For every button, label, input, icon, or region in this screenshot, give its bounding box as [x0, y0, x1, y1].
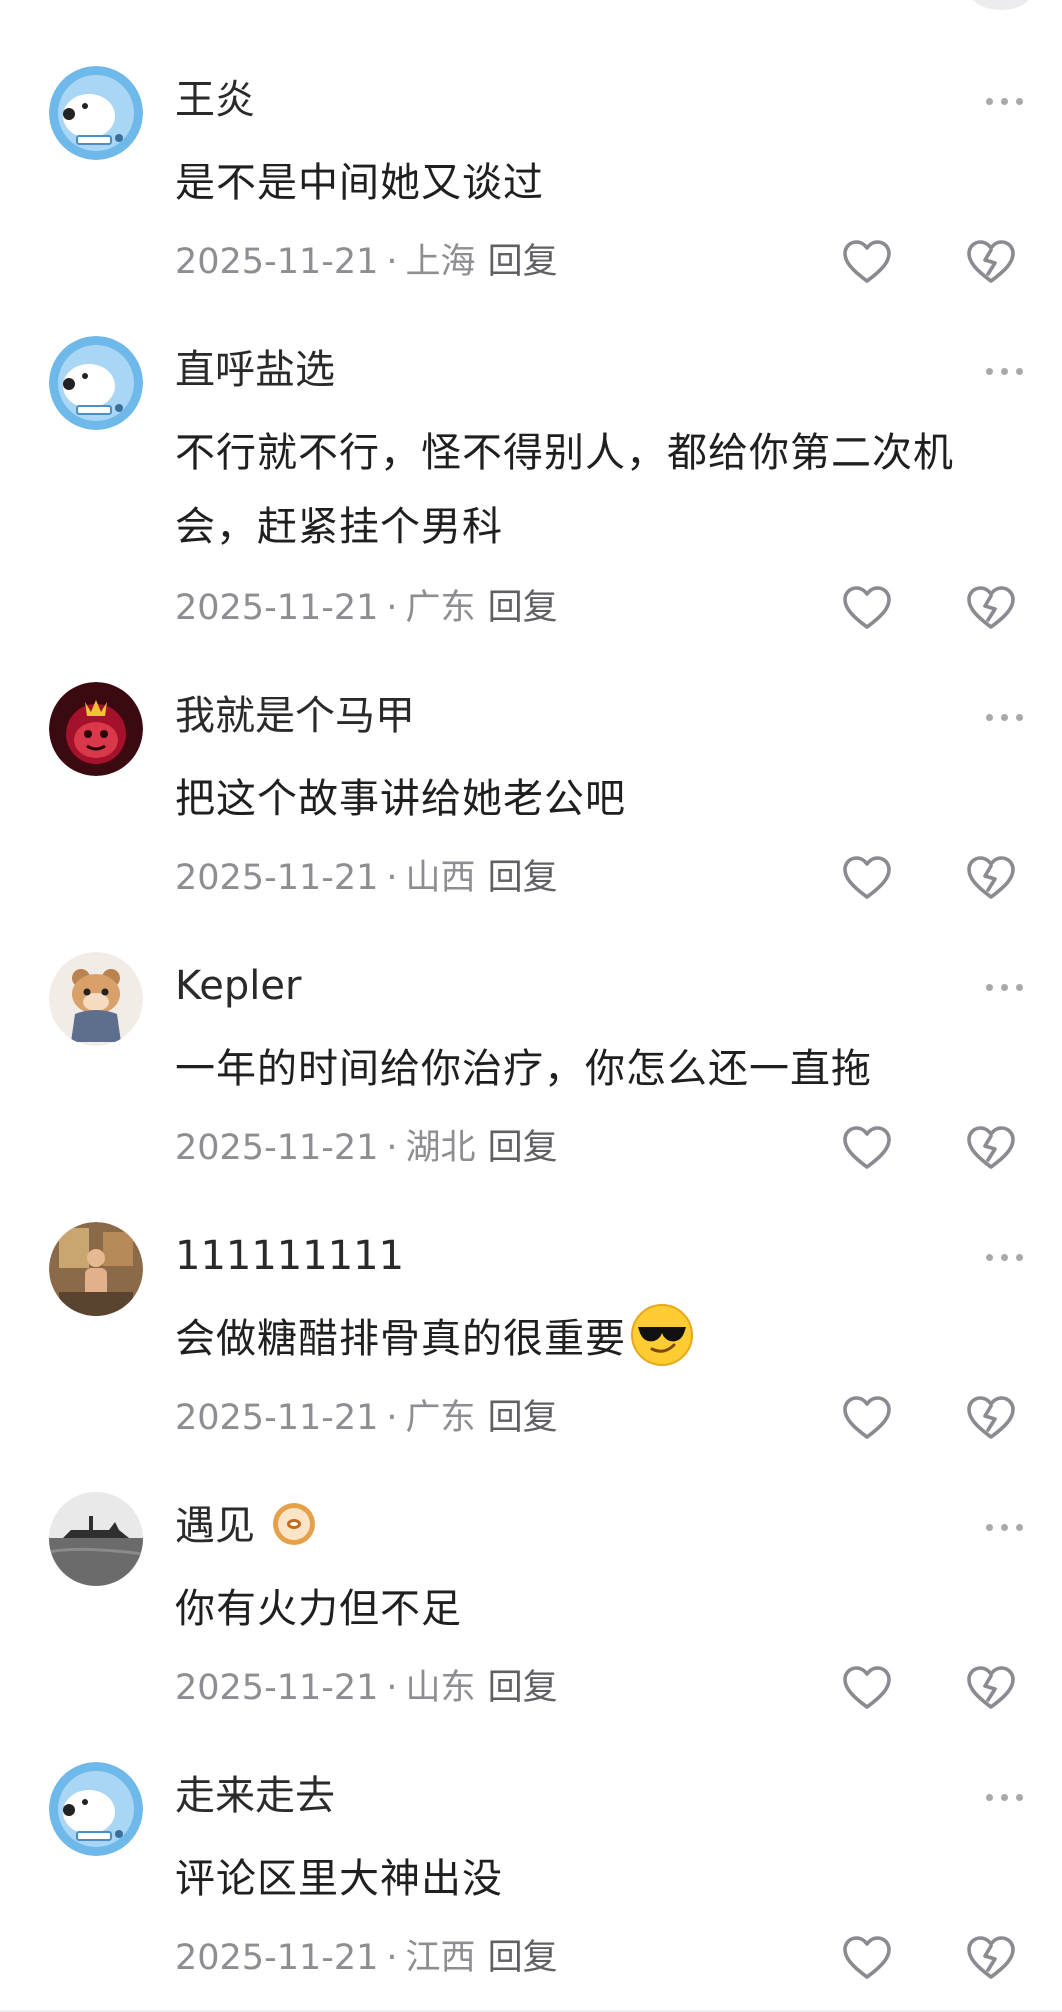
comment-item: 111111111 会做糖醋排骨真的很重要 2025-11-21 · 广东 回复: [0, 1156, 1062, 1439]
comment-location: 江西: [405, 1938, 476, 1978]
more-dots-icon[interactable]: [986, 712, 1024, 722]
comment-text: 是不是中间她又谈过: [175, 160, 544, 206]
comment-text: 把这个故事讲给她老公吧: [175, 776, 626, 822]
comment-item: 走来走去 评论区里大神出没 2025-11-21 · 江西 回复: [0, 1696, 1062, 1979]
avatar[interactable]: [49, 952, 143, 1046]
heart-outline-icon[interactable]: [842, 1934, 892, 1984]
sunglasses-emoji: [630, 1303, 694, 1367]
comment-item: Kepler 一年的时间给你治疗，你怎么还一直拖 2025-11-21 · 湖北 回复: [0, 886, 1062, 1169]
more-dots-icon[interactable]: [986, 96, 1024, 106]
avatar[interactable]: [49, 336, 143, 430]
comment-item: 遇见 你有火力但不足 2025-11-21 · 山东 回复: [0, 1426, 1062, 1709]
avatar[interactable]: [49, 682, 143, 776]
username[interactable]: 111111111: [175, 1228, 404, 1284]
avatar[interactable]: [49, 66, 143, 160]
username[interactable]: 王炎: [175, 72, 255, 128]
username[interactable]: 直呼盐选: [175, 342, 335, 398]
comment-text: 你有火力但不足: [175, 1586, 462, 1632]
comment-text: 不行就不行，怪不得别人，都给你第二次机会，赶紧挂个男科: [175, 430, 954, 550]
more-dots-icon[interactable]: [986, 1252, 1024, 1262]
comment-text: 会做糖醋排骨真的很重要: [175, 1302, 1035, 1376]
comment-text: 评论区里大神出没: [175, 1856, 503, 1902]
more-dots-icon[interactable]: [986, 1522, 1024, 1532]
reply-button[interactable]: 回复: [488, 1938, 558, 1978]
more-dots-icon[interactable]: [986, 1792, 1024, 1802]
avatar[interactable]: [49, 1492, 143, 1586]
username[interactable]: Kepler: [175, 958, 301, 1014]
username[interactable]: 遇见: [175, 1498, 315, 1554]
eye-badge-icon: [273, 1503, 315, 1545]
more-dots-icon[interactable]: [986, 366, 1024, 376]
username[interactable]: 走来走去: [175, 1768, 335, 1824]
comment-date: 2025-11-21: [175, 1938, 379, 1978]
comment-item: 直呼盐选 不行就不行，怪不得别人，都给你第二次机会，赶紧挂个男科 2025-11…: [0, 270, 1062, 629]
comment-item: 我就是个马甲 把这个故事讲给她老公吧 2025-11-21 · 山西 回复: [0, 616, 1062, 899]
avatar[interactable]: [49, 1762, 143, 1856]
avatar[interactable]: [49, 1222, 143, 1316]
more-dots-icon[interactable]: [986, 982, 1024, 992]
username[interactable]: 我就是个马甲: [175, 688, 415, 744]
comment-meta: 2025-11-21 · 江西 回复: [175, 1938, 558, 1978]
comment-item: 王炎 是不是中间她又谈过 2025-11-21 · 上海 回复: [0, 0, 1062, 283]
broken-heart-icon[interactable]: [966, 1934, 1016, 1984]
comment-text: 一年的时间给你治疗，你怎么还一直拖: [175, 1046, 872, 1092]
